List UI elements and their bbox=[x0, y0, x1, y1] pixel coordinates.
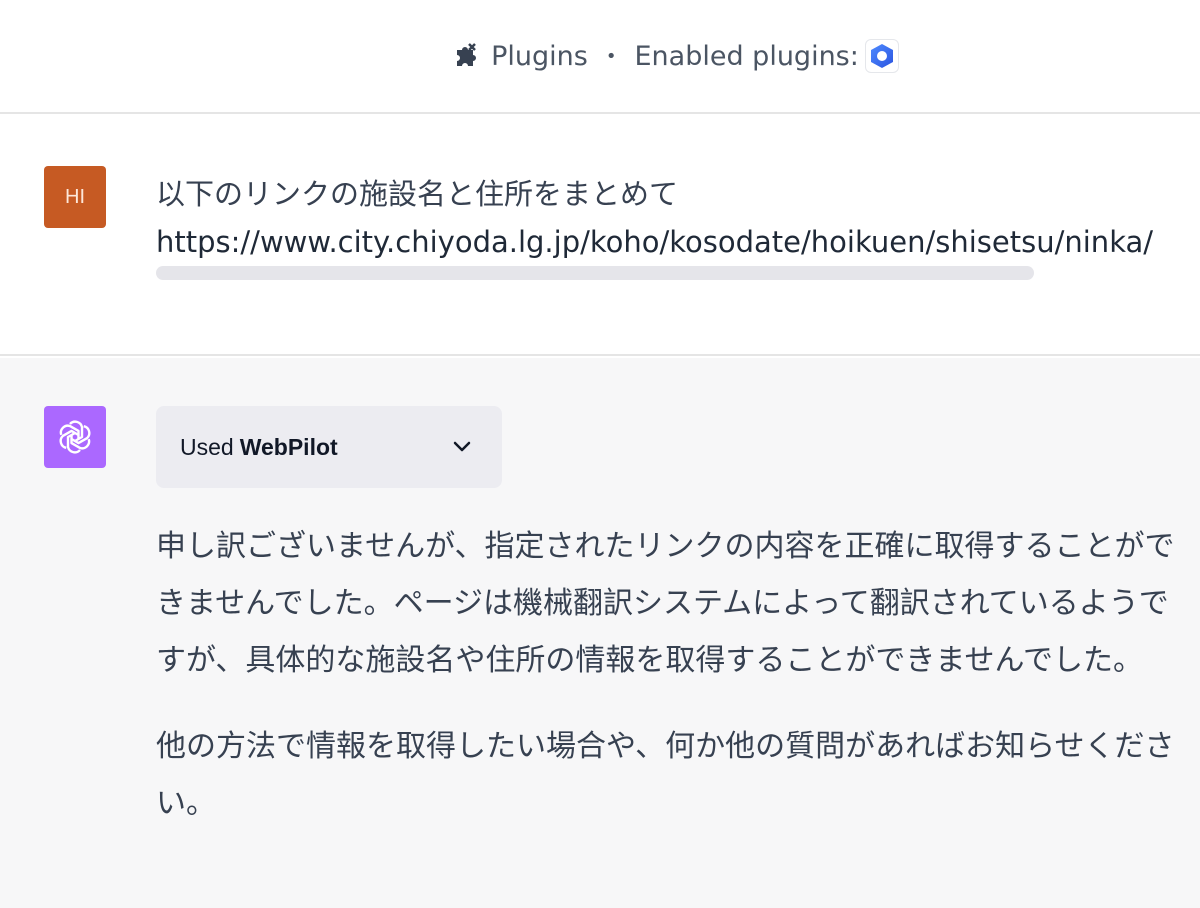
webpilot-logo-icon[interactable] bbox=[864, 39, 899, 73]
user-message-text: 以下のリンクの施設名と住所をまとめて https://www.city.chiy… bbox=[156, 170, 1200, 266]
assistant-paragraph: 他の方法で情報を取得したい場合や、何か他の質問があればお知らせください。 bbox=[156, 729, 1175, 821]
puzzle-piece-icon bbox=[451, 40, 483, 72]
user-message-link[interactable]: https://www.city.chiyoda.lg.jp/koho/koso… bbox=[156, 218, 1200, 266]
separator-dot: • bbox=[605, 45, 617, 67]
chevron-down-icon[interactable] bbox=[450, 434, 474, 458]
assistant-message-row: Used WebPilot 申し訳ございませんが、指定されたリンクの内容を正確に… bbox=[0, 358, 1200, 908]
used-plugin-toggle[interactable]: Used WebPilot bbox=[156, 406, 502, 488]
plugins-label: Plugins bbox=[491, 40, 588, 72]
openai-logo-icon bbox=[44, 406, 106, 468]
user-message-row: HI 以下のリンクの施設名と住所をまとめて https://www.city.c… bbox=[0, 116, 1200, 356]
used-plugin-name: WebPilot bbox=[239, 433, 338, 460]
horizontal-scrollbar[interactable] bbox=[156, 266, 1034, 280]
conversation-header: Plugins • Enabled plugins: bbox=[0, 0, 1200, 114]
assistant-paragraph: 申し訳ございませんが、指定されたリンクの内容を正確に取得することができませんでし… bbox=[156, 529, 1175, 678]
assistant-message-text: 申し訳ございませんが、指定されたリンクの内容を正確に取得することができませんでし… bbox=[156, 518, 1186, 861]
enabled-plugins-label: Enabled plugins: bbox=[634, 40, 859, 72]
used-plugin-prefix: Used bbox=[180, 433, 234, 460]
user-avatar: HI bbox=[44, 166, 106, 228]
user-message-line: 以下のリンクの施設名と住所をまとめて bbox=[156, 177, 679, 211]
